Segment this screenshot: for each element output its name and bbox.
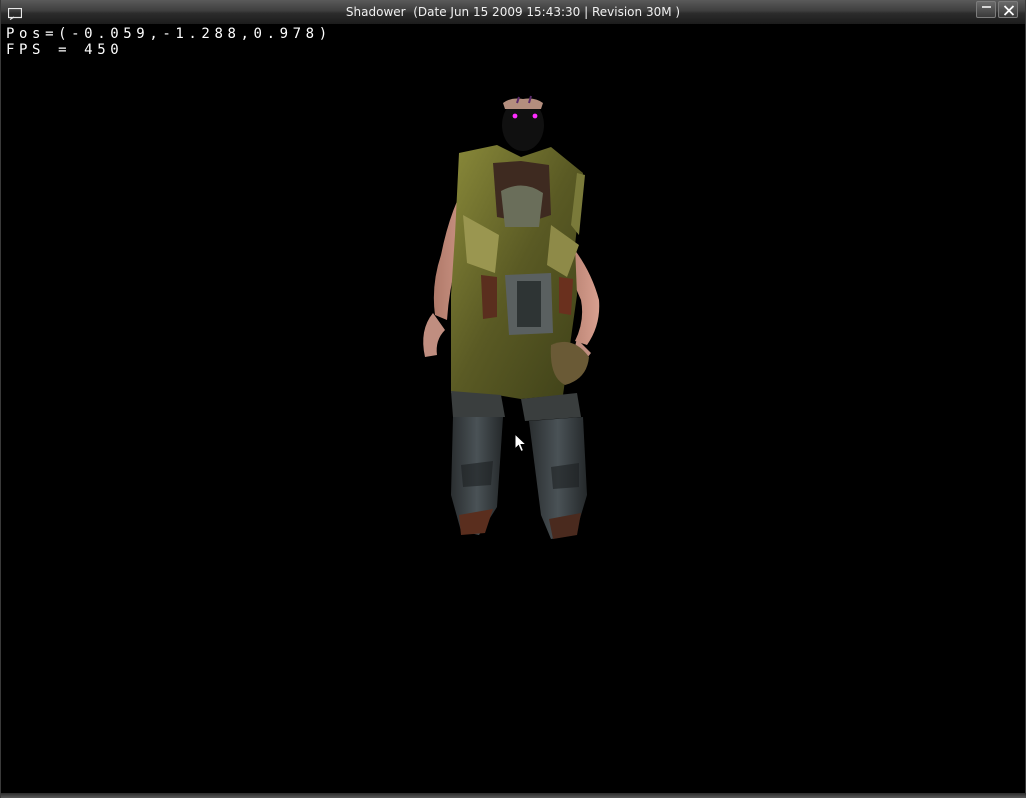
close-icon: [1003, 5, 1015, 16]
minimize-icon: [982, 6, 991, 8]
mouse-cursor-icon: [514, 433, 528, 453]
window-title-build-info: (Date Jun 15 2009 15:43:30 | Revision 30…: [413, 5, 681, 19]
window-bottom-border[interactable]: [1, 793, 1026, 798]
close-button[interactable]: [998, 1, 1018, 18]
position-readout: Pos=(-0.059,-1.288,0.978): [6, 26, 332, 42]
character-model: [423, 95, 600, 539]
window-title: Shadower (Date Jun 15 2009 15:43:30 | Re…: [1, 4, 1025, 20]
minimize-button[interactable]: [976, 1, 996, 18]
title-bar[interactable]: Shadower (Date Jun 15 2009 15:43:30 | Re…: [1, 0, 1025, 25]
render-viewport[interactable]: Pos=(-0.059,-1.288,0.978) FPS = 450: [1, 25, 1025, 793]
application-window: Shadower (Date Jun 15 2009 15:43:30 | Re…: [0, 0, 1026, 798]
fps-counter: FPS = 450: [6, 42, 124, 58]
window-title-app: Shadower: [345, 5, 406, 19]
